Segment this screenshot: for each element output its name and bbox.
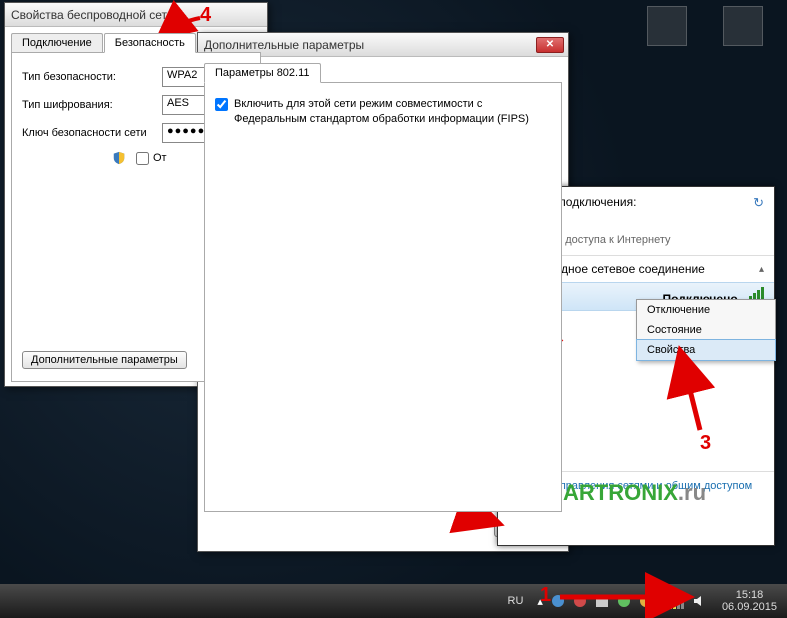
- clock[interactable]: 15:18 06.09.2015: [712, 589, 787, 613]
- desktop-icons: [641, 6, 769, 50]
- annotation-number: 3: [700, 432, 711, 455]
- volume-tray-icon[interactable]: [692, 594, 706, 608]
- tab-connection[interactable]: Подключение: [11, 33, 103, 53]
- advanced-params-window: Дополнительные параметры ✕ Параметры 802…: [197, 32, 569, 552]
- language-indicator[interactable]: RU: [500, 595, 532, 607]
- label-security-key: Ключ безопасности сети: [22, 127, 162, 139]
- tray-icon[interactable]: [551, 594, 565, 608]
- tab-security[interactable]: Безопасность: [104, 33, 196, 53]
- fips-checkbox[interactable]: [215, 98, 228, 111]
- ctx-disconnect[interactable]: Отключение: [637, 300, 775, 320]
- label-security-type: Тип безопасности:: [22, 71, 162, 83]
- shield-icon: [112, 151, 126, 165]
- show-chars-label: От: [153, 152, 167, 164]
- network-status: Без доступа к Интернету: [544, 234, 671, 246]
- window-title: Свойства беспроводной сети: [9, 8, 263, 22]
- label-encryption: Тип шифрования:: [22, 99, 162, 111]
- annotation-number: 4: [200, 4, 211, 27]
- ctx-properties[interactable]: Свойства: [636, 339, 776, 361]
- fips-label: Включить для этой сети режим совместимос…: [234, 97, 551, 127]
- context-menu: Отключение Состояние Свойства: [636, 299, 776, 361]
- ctx-state[interactable]: Состояние: [637, 320, 775, 340]
- annotation-number: 1: [540, 584, 551, 607]
- tray-icon[interactable]: [617, 594, 631, 608]
- refresh-icon[interactable]: ↻: [753, 195, 764, 211]
- tab-80211[interactable]: Параметры 802.11: [204, 63, 321, 83]
- show-chars-checkbox[interactable]: [136, 152, 149, 165]
- close-button[interactable]: ✕: [536, 37, 564, 53]
- titlebar[interactable]: Свойства беспроводной сети: [5, 3, 267, 27]
- tray-icons: ▴: [531, 594, 712, 609]
- network-tray-icon[interactable]: [665, 594, 684, 609]
- tray-icon[interactable]: [595, 594, 609, 608]
- window-title: Дополнительные параметры: [202, 38, 536, 52]
- network-name: wifi: [544, 220, 671, 234]
- desktop-icon[interactable]: [641, 6, 693, 50]
- chevron-up-icon: ▴: [759, 264, 764, 275]
- tray-icon[interactable]: [639, 594, 653, 608]
- taskbar: RU ▴ 15:18 06.09.2015: [0, 584, 787, 618]
- tray-icon[interactable]: [573, 594, 587, 608]
- desktop-icon[interactable]: [717, 6, 769, 50]
- advanced-params-button[interactable]: Дополнительные параметры: [22, 351, 187, 369]
